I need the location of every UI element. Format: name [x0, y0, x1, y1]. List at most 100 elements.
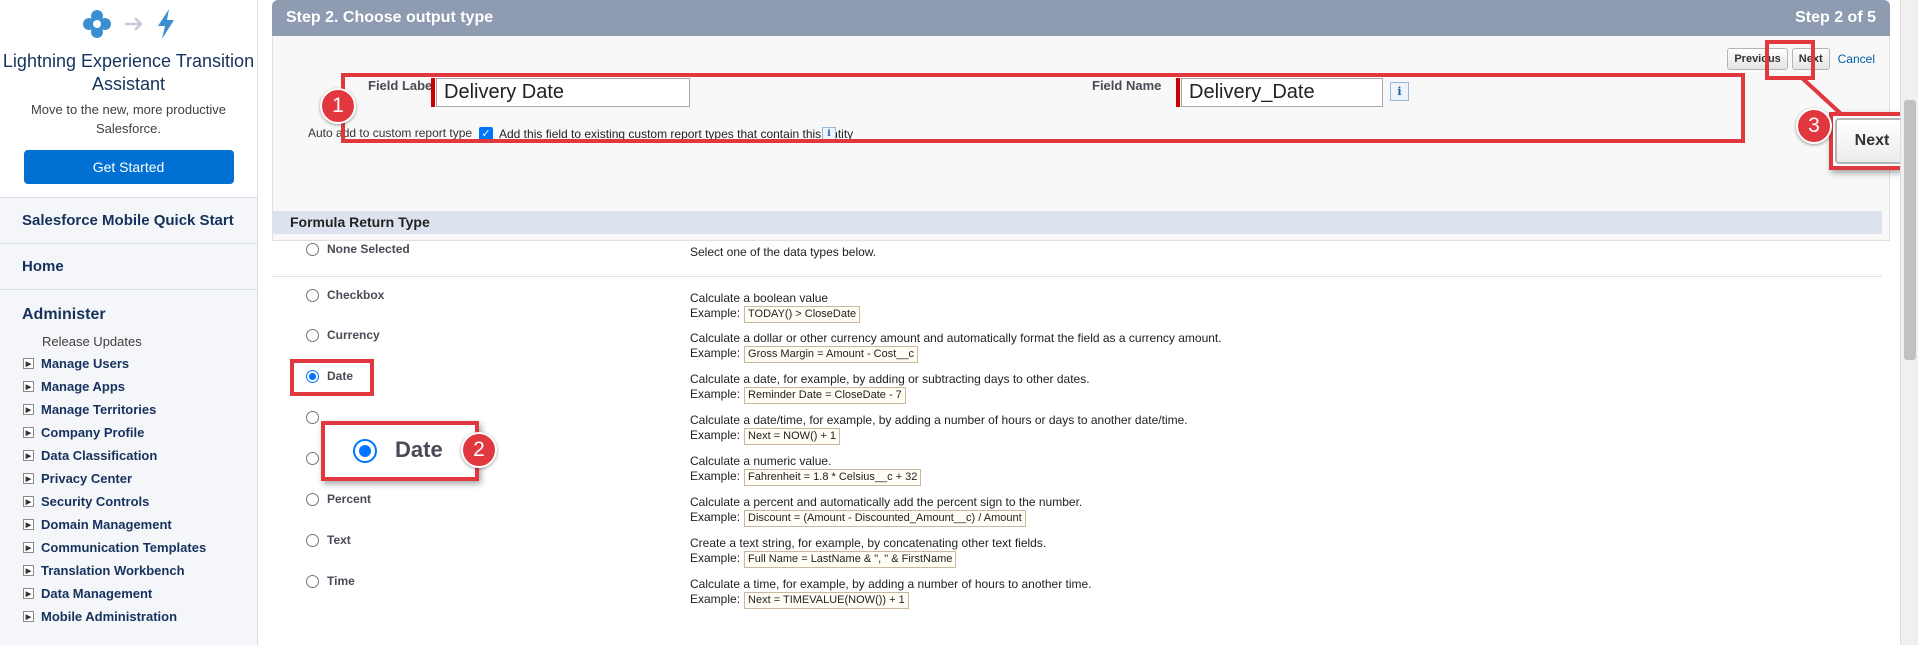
- sidebar-item-label: Domain Management: [41, 517, 172, 532]
- expand-icon[interactable]: ▶: [23, 427, 34, 438]
- get-started-button[interactable]: Get Started: [23, 150, 234, 184]
- radio-checkbox[interactable]: [306, 289, 319, 302]
- sidebar-item-label: Mobile Administration: [41, 609, 178, 624]
- sidebar-item[interactable]: ▶ Privacy Center: [0, 467, 257, 490]
- sidebar-item[interactable]: ▶ Security Controls: [0, 490, 257, 513]
- promo-title: Lightning Experience Transition Assistan…: [2, 51, 255, 94]
- radio-text[interactable]: [306, 534, 319, 547]
- return-type-desc: Calculate a percent and automatically ad…: [690, 495, 1083, 509]
- example-label: Example:: [690, 387, 741, 401]
- step-count: Step 2 of 5: [1795, 9, 1876, 26]
- return-type-example: Example: Full Name = LastName & ", " & Fi…: [690, 551, 957, 568]
- example-label: Example:: [690, 510, 741, 524]
- sidebar-item[interactable]: ▶ Domain Management: [0, 513, 257, 536]
- example-code: Next = TIMEVALUE(NOW()) + 1: [744, 592, 909, 609]
- sidebar-item-label: Data Classification: [41, 448, 158, 463]
- lightning-bolt-icon: [157, 9, 174, 39]
- return-type-example: Example: Fahrenheit = 1.8 * Celsius__c + …: [690, 469, 922, 486]
- example-code: Reminder Date = CloseDate - 7: [744, 387, 906, 404]
- return-type-example: Example: Gross Margin = Amount - Cost__c: [690, 346, 919, 363]
- zoom-radio-selected: [353, 439, 377, 463]
- sidebar-item[interactable]: ▶ Manage Territories: [0, 398, 257, 421]
- sidebar-item[interactable]: ▶ Translation Workbench: [0, 559, 257, 582]
- cancel-link[interactable]: Cancel: [1838, 52, 1875, 66]
- scrollbar-thumb[interactable]: [1904, 100, 1916, 360]
- sidebar-item-label: Manage Territories: [41, 402, 157, 417]
- example-label: Example:: [690, 346, 741, 360]
- radio-none[interactable]: [306, 243, 319, 256]
- transition-assistant-promo: Lightning Experience Transition Assistan…: [0, 0, 257, 198]
- step-badge-3: 3: [1796, 108, 1832, 144]
- sidebar-item[interactable]: ▶ Data Classification: [0, 444, 257, 467]
- sidebar-item[interactable]: ▶ Company Profile: [0, 421, 257, 444]
- radio-datetime[interactable]: [306, 411, 319, 424]
- sidebar-item-home[interactable]: Home: [0, 244, 257, 290]
- sidebar-item-label: Security Controls: [41, 494, 150, 509]
- sidebar-item[interactable]: ▶ Manage Users: [0, 352, 257, 375]
- setup-sidebar: Lightning Experience Transition Assistan…: [0, 0, 258, 645]
- divider: [272, 276, 1882, 277]
- return-type-name: None Selected: [327, 242, 410, 256]
- sidebar-item-label: Translation Workbench: [41, 563, 185, 578]
- return-type-example: Example: Next = TIMEVALUE(NOW()) + 1: [690, 592, 909, 609]
- example-code: Gross Margin = Amount - Cost__c: [744, 346, 919, 363]
- sidebar-item[interactable]: ▶ Communication Templates: [0, 536, 257, 559]
- sidebar-item-label: Communication Templates: [41, 540, 207, 555]
- return-type-name: Currency: [327, 328, 380, 342]
- return-type-name: Time: [327, 574, 355, 588]
- expand-icon[interactable]: ▶: [23, 496, 34, 507]
- sidebar-item-mobile-quick-start[interactable]: Salesforce Mobile Quick Start: [0, 198, 257, 244]
- expand-icon[interactable]: ▶: [23, 358, 34, 369]
- radio-currency[interactable]: [306, 329, 319, 342]
- zoom-date-label: Date: [395, 437, 443, 462]
- expand-icon[interactable]: ▶: [23, 404, 34, 415]
- sidebar-item[interactable]: ▶ Manage Apps: [0, 375, 257, 398]
- sidebar-item-label: Manage Users: [41, 356, 130, 371]
- return-type-name: Percent: [327, 492, 372, 506]
- example-code: Discount = (Amount - Discounted_Amount__…: [744, 510, 1026, 527]
- example-code: Next = NOW() + 1: [744, 428, 841, 445]
- return-type-desc: Calculate a boolean value: [690, 291, 829, 305]
- return-type-desc: Calculate a numeric value.: [690, 454, 832, 468]
- return-type-example: Example: Next = NOW() + 1: [690, 428, 841, 445]
- step-badge-1: 1: [320, 88, 356, 124]
- expand-icon[interactable]: ▶: [23, 519, 34, 530]
- return-type-desc: Select one of the data types below.: [690, 245, 877, 259]
- step-header: Step 2. Choose output type Step 2 of 5: [272, 0, 1890, 36]
- formula-return-type-header: Formula Return Type: [272, 211, 1882, 234]
- return-type-name: Checkbox: [327, 288, 385, 302]
- promo-subtitle: Move to the new, more productive Salesfo…: [30, 102, 227, 136]
- step-title: Step 2. Choose output type: [286, 9, 494, 26]
- sidebar-item-release-updates[interactable]: Release Updates: [0, 332, 257, 352]
- page-scrollbar[interactable]: [1900, 0, 1918, 645]
- example-label: Example:: [690, 306, 741, 320]
- return-type-desc: Calculate a date, for example, by adding…: [690, 372, 1090, 386]
- sidebar-item[interactable]: ▶ Data Management: [0, 582, 257, 605]
- sidebar-item-label: Data Management: [41, 586, 153, 601]
- expand-icon[interactable]: ▶: [23, 381, 34, 392]
- zoom-radio-dot: [359, 445, 371, 457]
- sidebar-item-label: Manage Apps: [41, 379, 126, 394]
- sidebar-item[interactable]: ▶ Mobile Administration: [0, 605, 257, 628]
- step-badge-2: 2: [461, 432, 497, 468]
- expand-icon[interactable]: ▶: [23, 542, 34, 553]
- expand-icon[interactable]: ▶: [23, 588, 34, 599]
- expand-icon[interactable]: ▶: [23, 565, 34, 576]
- radio-time[interactable]: [306, 575, 319, 588]
- radio-percent[interactable]: [306, 493, 319, 506]
- return-type-name: Text: [327, 533, 351, 547]
- return-type-desc: Create a text string, for example, by co…: [690, 536, 1047, 550]
- zoom-date-callout: Date: [321, 421, 479, 481]
- promo-icons: [0, 4, 257, 44]
- sidebar-heading-administer[interactable]: Administer: [0, 290, 257, 332]
- arrow-right-icon: [124, 17, 143, 31]
- example-code: TODAY() > CloseDate: [744, 306, 861, 323]
- example-label: Example:: [690, 551, 741, 565]
- return-type-desc: Calculate a dollar or other currency amo…: [690, 331, 1222, 345]
- expand-icon[interactable]: ▶: [23, 450, 34, 461]
- expand-icon[interactable]: ▶: [23, 473, 34, 484]
- highlight-next-button: [1765, 40, 1815, 80]
- expand-icon[interactable]: ▶: [23, 611, 34, 622]
- return-type-example: Example: TODAY() > CloseDate: [690, 306, 861, 323]
- radio-number[interactable]: [306, 452, 319, 465]
